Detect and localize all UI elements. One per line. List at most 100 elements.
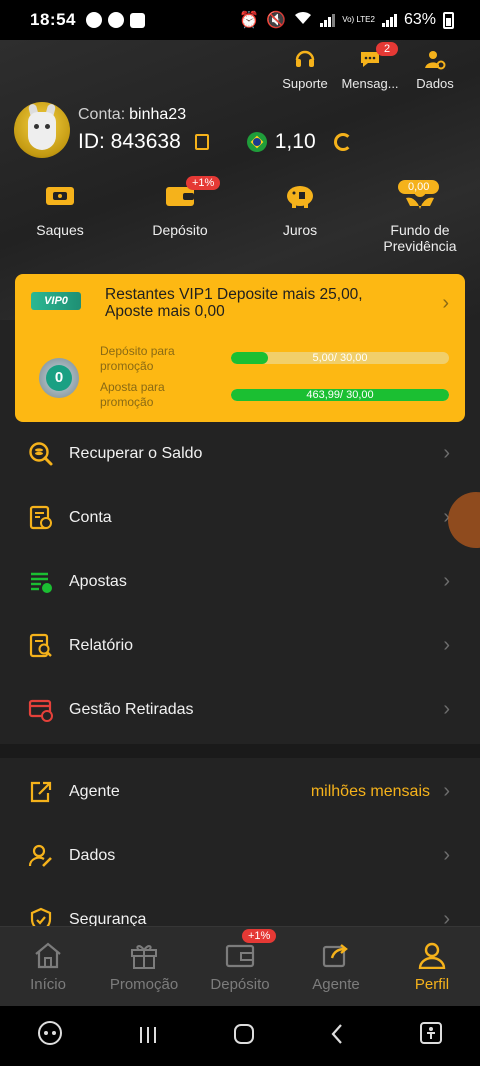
vip-tag: VIP0 <box>31 292 81 310</box>
coin-search-icon <box>28 441 54 467</box>
chevron-right-icon: › <box>443 442 450 464</box>
menu-data[interactable]: Dados › <box>0 824 480 888</box>
report-icon <box>28 633 54 659</box>
brazil-flag-icon <box>246 132 267 152</box>
menu-withdrawal-management[interactable]: Gestão Retiradas › <box>0 678 480 742</box>
recent-apps-icon[interactable] <box>137 1021 159 1052</box>
deposit-progress-text: 5,00/ 30,00 <box>312 352 368 364</box>
pension-fund-badge: 0,00 <box>398 180 440 194</box>
list-icon <box>28 569 54 595</box>
battery-icon <box>443 11 454 29</box>
vip-message: Restantes VIP1 Deposite mais 25,00, Apos… <box>105 286 363 320</box>
tab-home[interactable]: Início <box>0 927 96 1006</box>
tab-promotion[interactable]: Promoção <box>96 927 192 1006</box>
signal-icon <box>320 13 336 27</box>
interest-label: Juros <box>282 222 318 238</box>
menu-account[interactable]: Conta › <box>0 486 480 550</box>
tab-deposit-badge: +1% <box>242 929 277 943</box>
menu-recover-balance[interactable]: Recuperar o Saldo › <box>0 422 480 486</box>
chevron-right-icon: › <box>443 570 450 592</box>
interest-button[interactable]: Juros <box>240 182 360 254</box>
messages-label: Mensag... <box>341 76 399 91</box>
menu-label: Relatório <box>69 637 134 654</box>
bet-progress-bar: 463,99/ 30,00 <box>231 389 449 401</box>
vip-card[interactable]: VIP0 Restantes VIP1 Deposite mais 25,00,… <box>15 274 465 422</box>
wifi-icon <box>293 10 313 31</box>
profile-header: Conta: binha23 ID: 843638 1,10 <box>14 102 474 162</box>
deposit-progress-bar: 5,00/ 30,00 <box>231 352 449 364</box>
data-button[interactable]: Dados <box>410 46 460 91</box>
check-icon <box>129 12 145 28</box>
menu-report[interactable]: Relatório › <box>0 614 480 678</box>
tab-label: Perfil <box>414 976 450 993</box>
home-icon <box>32 940 64 970</box>
status-bar: 18:54 ⏰ 🔇 Vo) LTE2 63% <box>0 0 480 40</box>
messages-badge: 2 <box>376 42 399 56</box>
menu-label: Dados <box>69 847 116 864</box>
avatar[interactable] <box>14 102 70 158</box>
headset-icon <box>292 46 318 72</box>
account-line: Conta: binha23 <box>78 106 186 124</box>
piggy-bank-icon <box>284 182 316 210</box>
gift-icon <box>128 940 160 970</box>
messages-button[interactable]: 2 Mensag... <box>340 42 400 91</box>
chevron-right-icon: › <box>443 780 450 802</box>
deposit-progress-label: Depósito para promoção <box>100 344 175 373</box>
wallet-icon <box>224 940 256 970</box>
menu-label: Conta <box>69 509 112 526</box>
id-line: ID: 843638 1,10 <box>78 130 352 154</box>
menu-bets[interactable]: Apostas › <box>0 550 480 614</box>
document-icon <box>28 505 54 531</box>
user-edit-icon <box>28 843 54 869</box>
deposit-badge: +1% <box>186 176 221 190</box>
menu-label: Agente <box>69 783 120 800</box>
agent-extra-text: milhões mensais <box>310 783 430 800</box>
record-icon <box>85 12 102 28</box>
username: binha23 <box>129 106 187 123</box>
share-icon <box>320 940 352 970</box>
share-icon <box>28 779 54 805</box>
balance-value: 1,10 <box>274 130 316 153</box>
tab-profile[interactable]: Perfil <box>384 927 480 1006</box>
status-time: 18:54 <box>30 10 76 29</box>
withdraw-label: Saques <box>36 222 84 238</box>
bottom-tabbar: Início Promoção +1% Depósito Agente Perf… <box>0 926 480 1006</box>
menu-label: Gestão Retiradas <box>69 701 194 718</box>
section-divider <box>0 744 480 758</box>
deposit-label: Depósito <box>152 222 208 238</box>
battery-percent: 63% <box>403 11 436 28</box>
pension-fund-label: Fundo de Previdência <box>383 222 457 254</box>
system-navbar <box>0 1006 480 1066</box>
menu-agent[interactable]: Agente milhões mensais › <box>0 760 480 824</box>
back-icon[interactable] <box>329 1021 345 1052</box>
account-label: Conta: <box>78 106 126 123</box>
profile-icon <box>416 940 448 970</box>
tab-deposit[interactable]: +1% Depósito <box>192 927 288 1006</box>
chevron-right-icon: › <box>443 844 450 866</box>
profile-page: Suporte 2 Mensag... Dados Conta: binha23 … <box>0 40 480 1006</box>
card-icon <box>28 697 54 723</box>
refresh-icon[interactable] <box>333 133 352 151</box>
support-label: Suporte <box>282 76 328 91</box>
signal2-icon <box>381 13 397 27</box>
copy-icon[interactable] <box>194 134 209 150</box>
menu-label: Apostas <box>69 573 127 590</box>
chevron-right-icon: › <box>443 634 450 656</box>
tab-label: Promoção <box>109 976 179 993</box>
support-button[interactable]: Suporte <box>280 46 330 91</box>
vip-medal-icon: 0 <box>39 358 79 398</box>
tab-agent[interactable]: Agente <box>288 927 384 1006</box>
deposit-button[interactable]: +1% Depósito <box>120 176 240 254</box>
bet-progress-text: 463,99/ 30,00 <box>306 389 374 401</box>
mute-icon: 🔇 <box>266 12 287 29</box>
home-nav-icon[interactable] <box>233 1021 255 1052</box>
user-id: ID: 843638 <box>78 130 181 153</box>
data-label: Dados <box>416 76 454 91</box>
alarm-icon: ⏰ <box>239 12 260 29</box>
accessibility-icon[interactable] <box>419 1021 443 1052</box>
withdraw-button[interactable]: Saques <box>0 182 120 254</box>
game-launcher-icon[interactable] <box>37 1020 63 1053</box>
telegram-icon <box>107 12 124 28</box>
ticket-icon <box>44 182 76 210</box>
pension-fund-button[interactable]: 0,00 Fundo de Previdência <box>360 180 480 254</box>
